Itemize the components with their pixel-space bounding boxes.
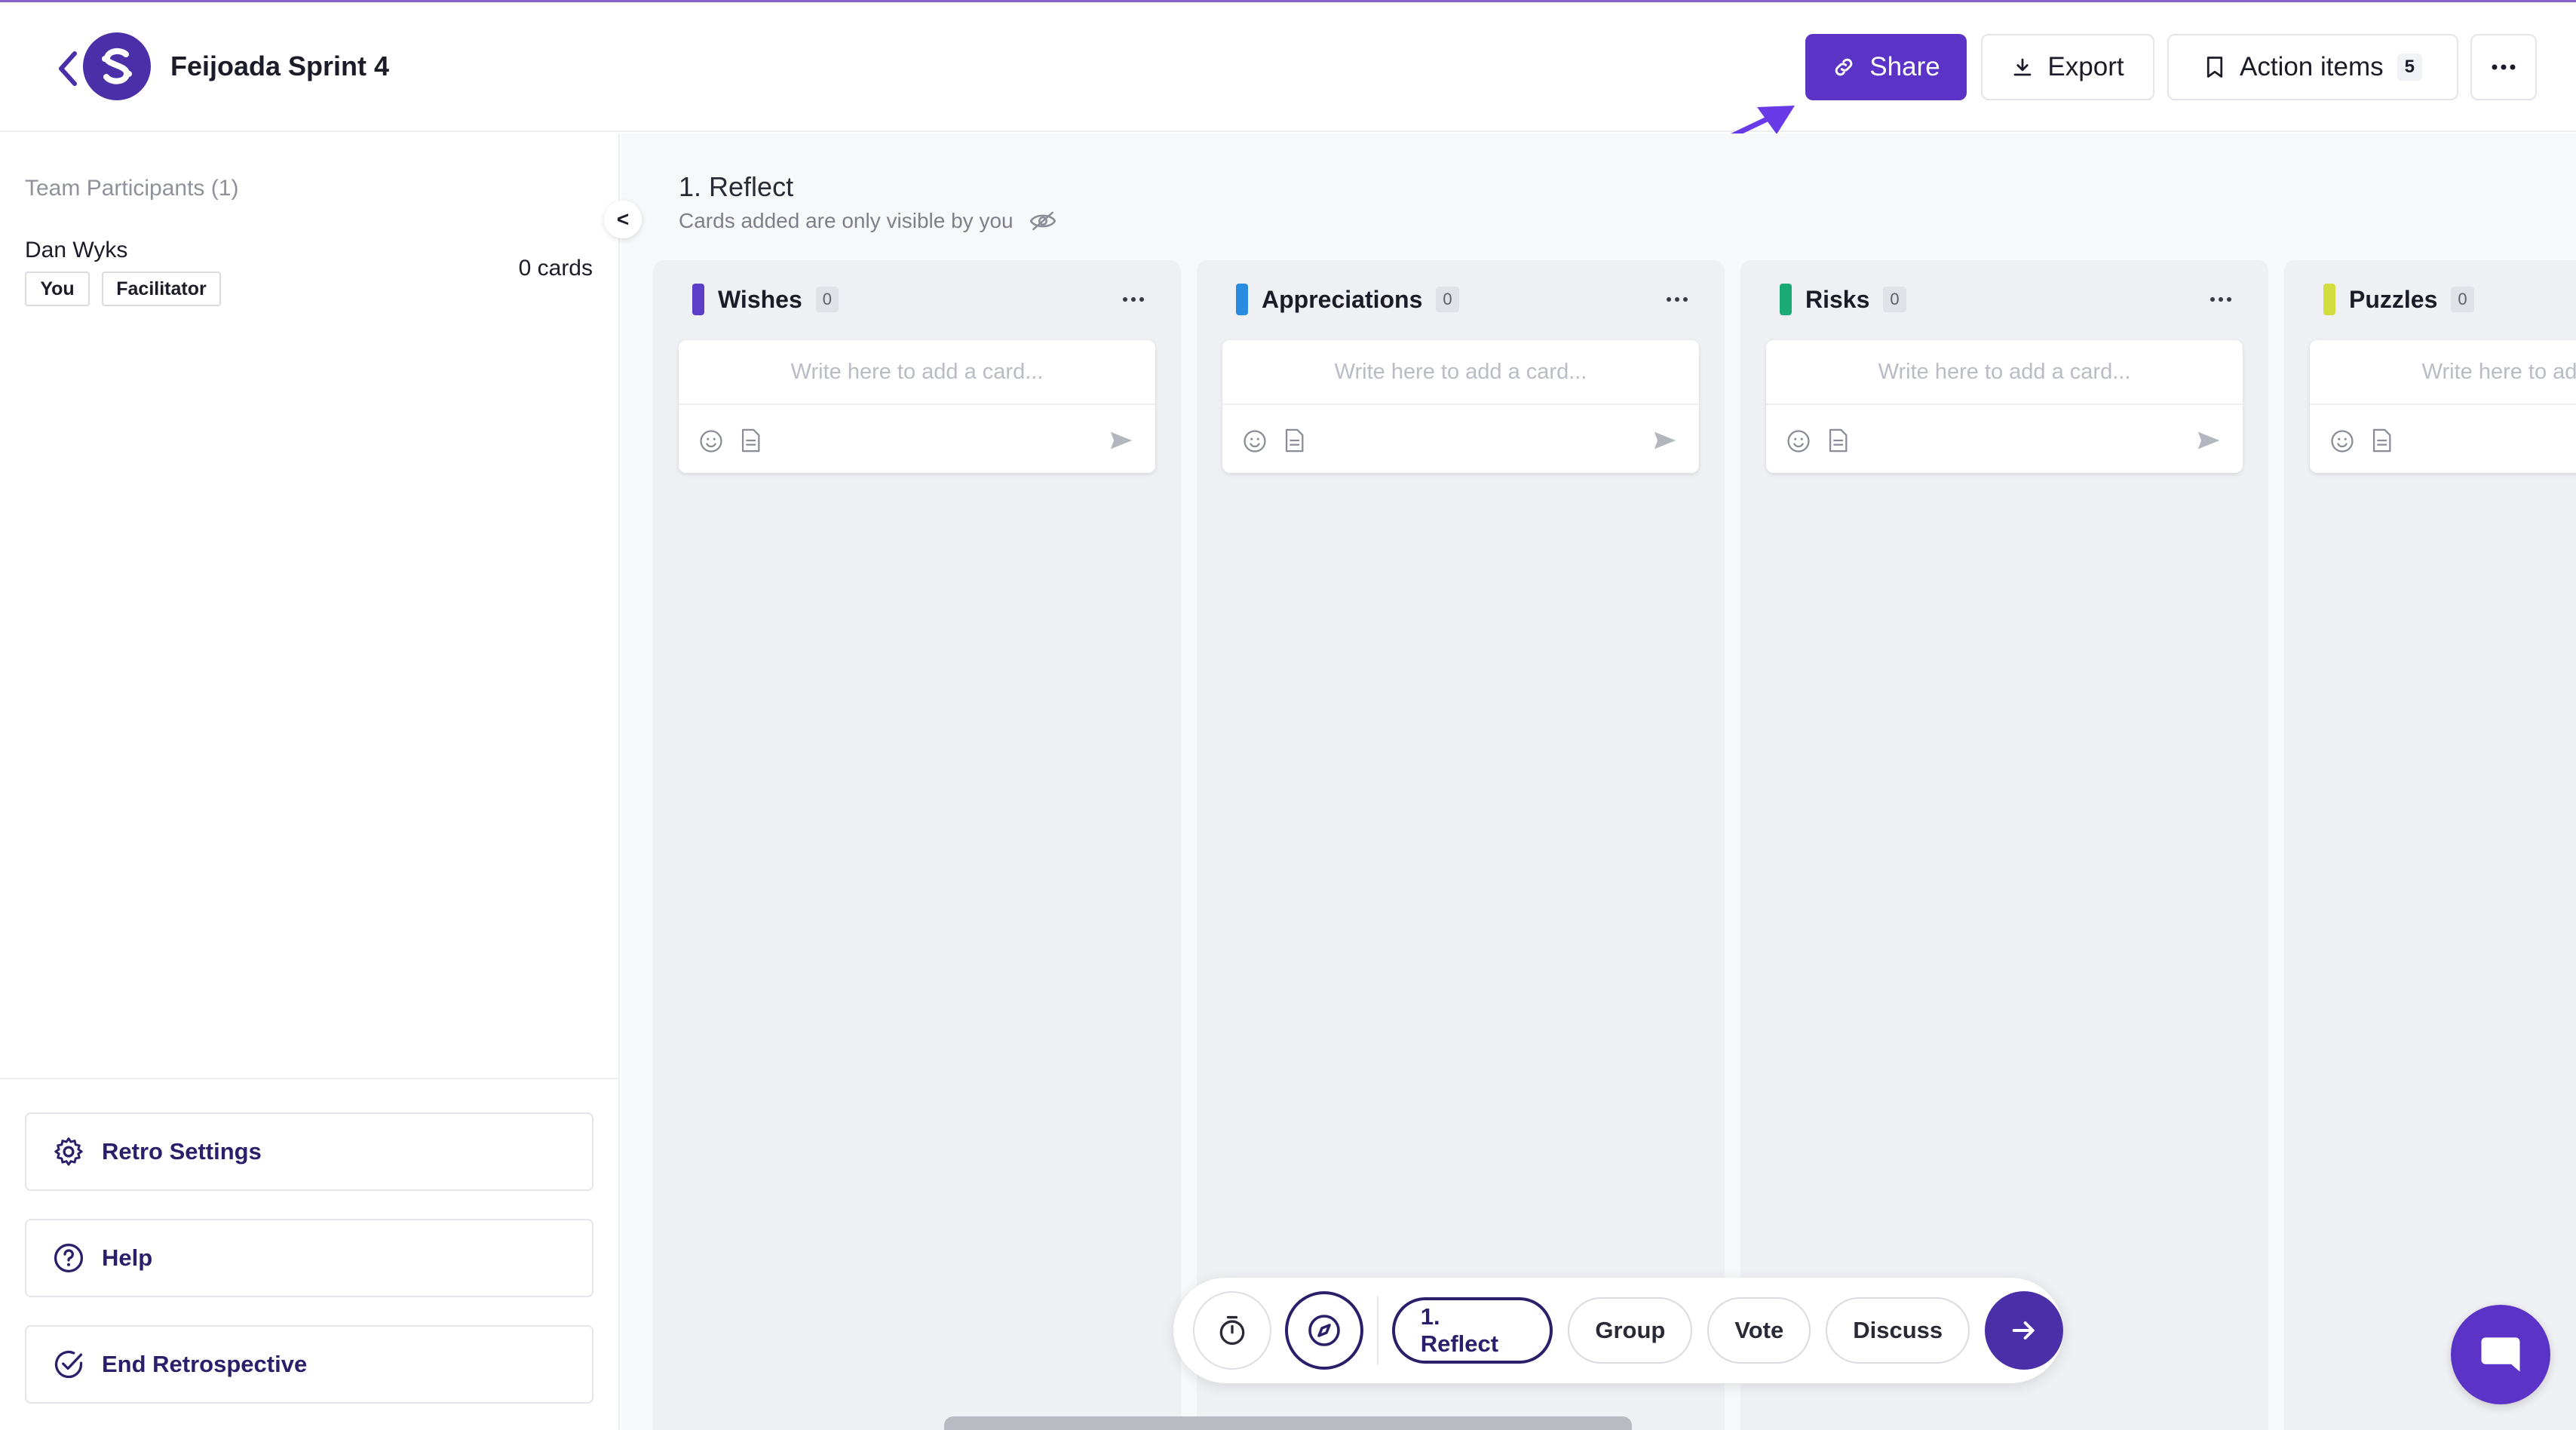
emoji-icon[interactable] xyxy=(698,428,724,454)
column-count: 0 xyxy=(1436,287,1459,312)
column-title: Wishes xyxy=(718,285,802,313)
template-doc-icon[interactable] xyxy=(1283,428,1305,453)
timer-button[interactable] xyxy=(1193,1291,1271,1370)
phase-subtitle: Cards added are only visible by you xyxy=(679,209,1057,233)
retro-settings-button[interactable]: Retro Settings xyxy=(25,1112,593,1191)
tag-you: You xyxy=(25,272,90,306)
app-header: Feijoada Sprint 4 Share Export Action it… xyxy=(0,2,2576,132)
phase-bar-divider xyxy=(1376,1297,1378,1364)
export-button[interactable]: Export xyxy=(1981,34,2154,100)
action-items-button[interactable]: Action items 5 xyxy=(2167,34,2458,100)
template-doc-icon[interactable] xyxy=(1826,428,1849,453)
column-appreciations: Appreciations 0 xyxy=(1197,260,1725,1430)
column-puzzles: Puzzles 0 xyxy=(2284,260,2576,1430)
chevron-left-icon xyxy=(59,51,77,86)
add-card-box xyxy=(1766,340,2243,473)
add-card-input[interactable] xyxy=(1222,340,1699,405)
download-icon xyxy=(2014,58,2032,76)
tag-facilitator: Facilitator xyxy=(102,272,221,306)
add-card-box xyxy=(1222,340,1699,473)
column-color-bar xyxy=(2323,284,2335,315)
eye-off-icon xyxy=(1029,211,1056,231)
more-horizontal-icon xyxy=(2492,64,2516,70)
sidebar-divider xyxy=(0,1078,620,1079)
column-menu-button[interactable] xyxy=(1666,280,1688,309)
retro-board: 1. Reflect Cards added are only visible … xyxy=(621,133,2576,1430)
end-retrospective-button[interactable]: End Retrospective xyxy=(25,1325,593,1404)
phase-step-reflect[interactable]: 1. Reflect xyxy=(1391,1297,1553,1364)
column-menu-button[interactable] xyxy=(2210,280,2232,309)
browser-bottom-strip xyxy=(944,1416,1632,1430)
action-items-count-badge: 5 xyxy=(2397,54,2422,81)
chat-icon xyxy=(2481,1337,2520,1372)
share-label: Share xyxy=(1869,52,1940,81)
help-circle-icon xyxy=(54,1243,84,1273)
column-header: Wishes 0 xyxy=(692,283,839,316)
arrow-right-icon xyxy=(2012,1321,2035,1339)
column-wishes: Wishes 0 xyxy=(653,260,1181,1430)
phase-step-vote[interactable]: Vote xyxy=(1707,1297,1811,1364)
export-label: Export xyxy=(2047,52,2124,81)
support-chat-button[interactable] xyxy=(2451,1305,2550,1404)
column-title: Puzzles xyxy=(2349,285,2438,313)
more-options-button[interactable] xyxy=(2470,34,2537,100)
phase-title: 1. Reflect xyxy=(679,171,794,202)
next-phase-button[interactable] xyxy=(1985,1291,2063,1370)
emoji-icon[interactable] xyxy=(1786,428,1811,454)
collapse-sidebar-button[interactable]: < xyxy=(604,201,642,238)
column-header: Risks 0 xyxy=(1780,283,1906,316)
send-icon[interactable] xyxy=(1109,429,1134,452)
more-horizontal-icon xyxy=(1123,297,1144,302)
retro-logo-icon[interactable] xyxy=(83,32,151,100)
add-card-box xyxy=(679,340,1155,473)
bookmark-icon xyxy=(2206,57,2223,78)
help-button[interactable]: Help xyxy=(25,1219,593,1297)
help-label: Help xyxy=(102,1244,153,1271)
gear-icon xyxy=(54,1137,83,1166)
participant-name: Dan Wyks xyxy=(25,238,128,262)
emoji-icon[interactable] xyxy=(1242,428,1268,454)
participants-sidebar: Team Participants (1) Dan Wyks 0 cards Y… xyxy=(0,133,620,1430)
column-menu-button[interactable] xyxy=(1122,280,1145,309)
emoji-icon[interactable] xyxy=(2329,428,2355,454)
column-risks: Risks 0 xyxy=(1740,260,2268,1430)
participant-card-count: 0 cards xyxy=(518,256,593,281)
team-participants-heading: Team Participants (1) xyxy=(25,176,239,201)
column-color-bar xyxy=(692,284,704,315)
board-title: Feijoada Sprint 4 xyxy=(170,51,390,81)
phase-step-discuss[interactable]: Discuss xyxy=(1826,1297,1970,1364)
compass-icon xyxy=(1308,1315,1340,1346)
column-color-bar xyxy=(1236,284,1248,315)
send-icon[interactable] xyxy=(2196,429,2222,452)
column-header: Puzzles 0 xyxy=(2323,283,2474,316)
action-items-label: Action items xyxy=(2240,52,2384,81)
add-card-input[interactable] xyxy=(2310,340,2576,405)
check-circle-icon xyxy=(54,1350,83,1379)
link-icon xyxy=(1835,58,1853,76)
facilitator-guide-button[interactable] xyxy=(1284,1291,1363,1370)
column-count: 0 xyxy=(815,287,839,312)
share-button[interactable]: Share xyxy=(1805,34,1967,100)
end-retrospective-label: End Retrospective xyxy=(102,1351,308,1377)
phase-step-group[interactable]: Group xyxy=(1568,1297,1693,1364)
send-icon[interactable] xyxy=(1652,429,1678,452)
timer-icon xyxy=(1219,1315,1245,1346)
column-header: Appreciations 0 xyxy=(1236,283,1459,316)
template-doc-icon[interactable] xyxy=(2370,428,2393,453)
column-title: Risks xyxy=(1805,285,1870,313)
more-horizontal-icon xyxy=(1667,297,1688,302)
add-card-box xyxy=(2310,340,2576,473)
visibility-note: Cards added are only visible by you xyxy=(679,209,1014,232)
add-card-input[interactable] xyxy=(1766,340,2243,405)
column-title: Appreciations xyxy=(1262,285,1423,313)
retro-settings-label: Retro Settings xyxy=(102,1138,262,1165)
column-count: 0 xyxy=(1883,287,1906,312)
column-color-bar xyxy=(1780,284,1792,315)
template-doc-icon[interactable] xyxy=(739,428,762,453)
column-count: 0 xyxy=(2451,287,2474,312)
back-button[interactable] xyxy=(53,48,83,90)
add-card-input[interactable] xyxy=(679,340,1155,405)
phase-navigation-bar: 1. Reflect Group Vote Discuss xyxy=(1173,1278,2063,1383)
more-horizontal-icon xyxy=(2210,297,2231,302)
